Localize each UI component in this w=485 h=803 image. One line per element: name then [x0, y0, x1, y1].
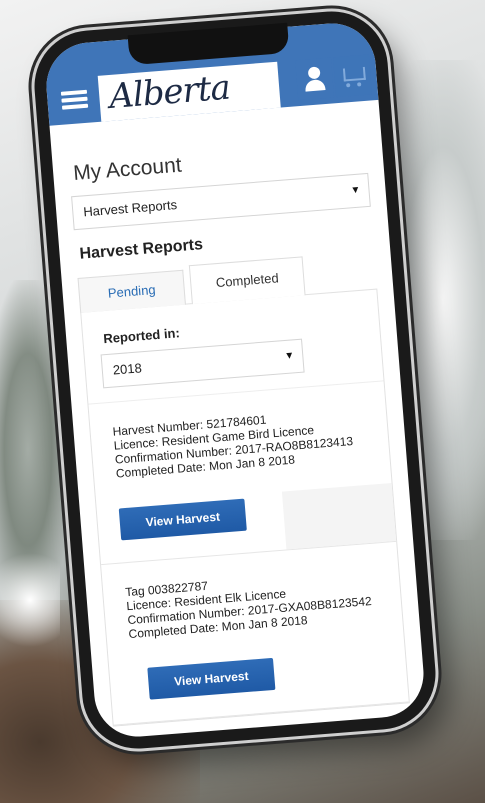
account-section-value: Harvest Reports [82, 197, 178, 220]
view-harvest-button[interactable]: View Harvest [118, 498, 247, 541]
cart-icon[interactable] [332, 54, 373, 98]
reported-in-label: Reported in: [102, 325, 181, 347]
record-shade [281, 483, 397, 550]
user-icon[interactable] [295, 57, 335, 101]
harvest-record: Harvest Number: 521784601 Licence: Resid… [88, 381, 397, 566]
completed-panel: Reported in: 2018 ▼ Harvest Number: 5217… [80, 288, 410, 727]
dropdown-caret-icon: ▼ [350, 184, 361, 197]
reported-in-select[interactable]: 2018 ▼ [100, 338, 305, 389]
hamburger-menu-icon[interactable] [60, 87, 89, 115]
dropdown-caret-icon: ▼ [283, 350, 295, 363]
harvest-record: Tag 003822787 Licence: Resident Elk Lice… [101, 541, 409, 726]
view-harvest-button[interactable]: View Harvest [147, 657, 276, 700]
reported-in-value: 2018 [112, 360, 143, 378]
main-content: My Account Harvest Reports ▼ Harvest Rep… [49, 100, 425, 728]
phone-device: Alberta My Account Harvest Reports ▼ Har… [30, 7, 440, 753]
app-screen: Alberta My Account Harvest Reports ▼ Har… [43, 20, 427, 740]
